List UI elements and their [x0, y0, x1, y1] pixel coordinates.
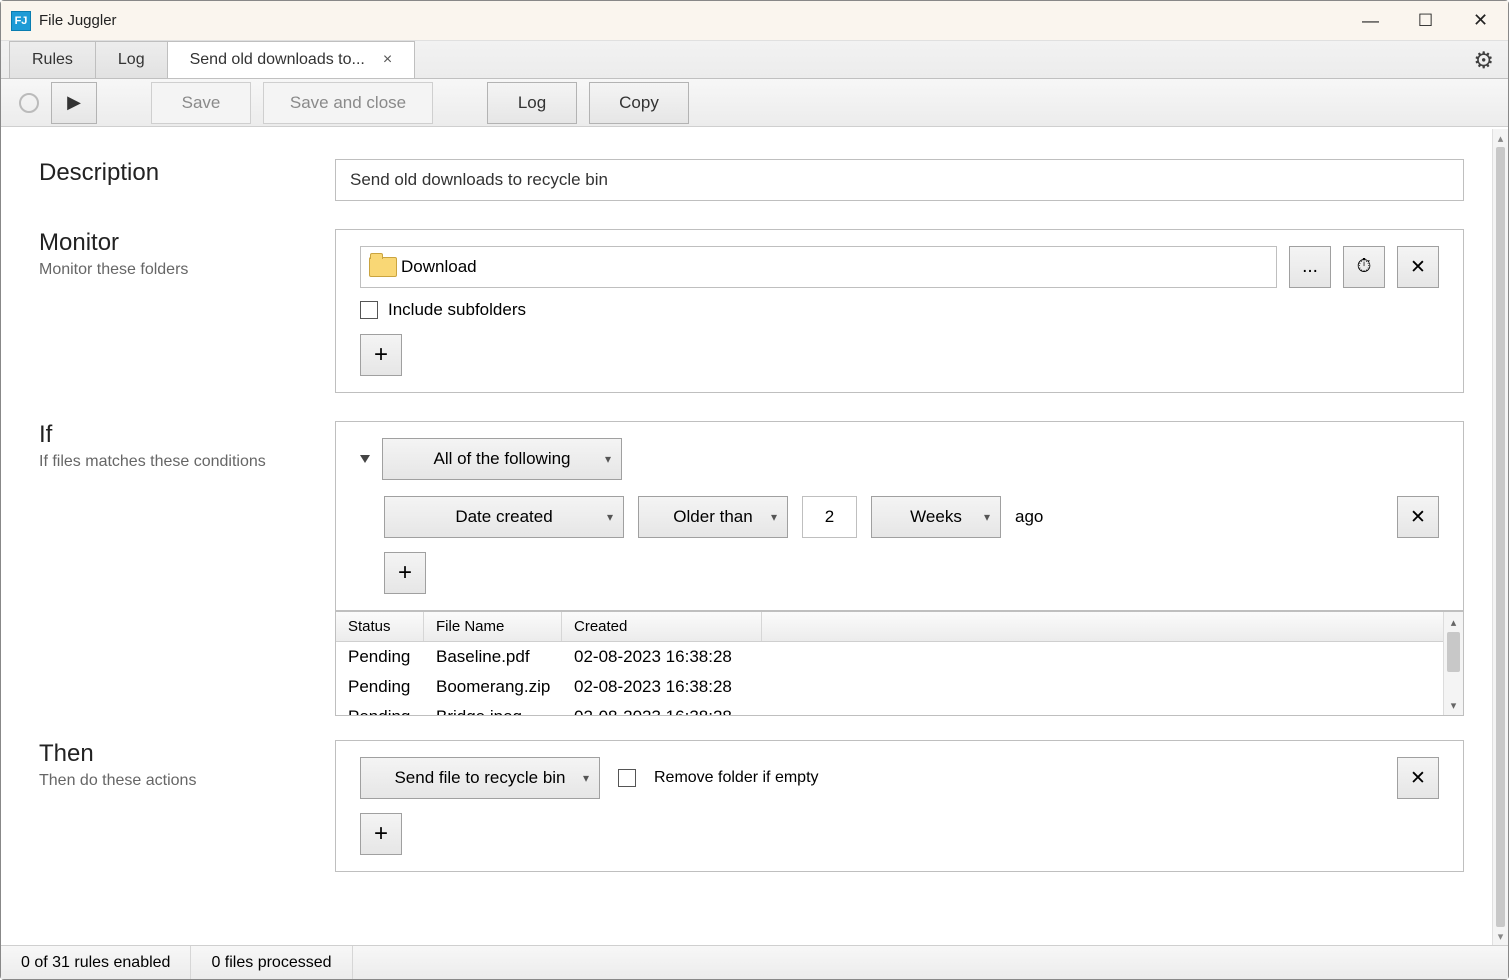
collapse-toggle-icon[interactable]: [360, 455, 370, 463]
main-scrollbar[interactable]: ▴ ▾: [1492, 129, 1508, 945]
tab-active-rule[interactable]: Send old downloads to... ×: [167, 41, 416, 78]
close-button[interactable]: ✕: [1453, 1, 1508, 41]
condition-unit-select[interactable]: Weeks ▾: [871, 496, 1001, 538]
condition-op-value: Older than: [673, 507, 752, 527]
maximize-button[interactable]: ☐: [1398, 1, 1453, 41]
cell-status: Pending: [336, 707, 424, 716]
scroll-up-icon[interactable]: ▴: [1444, 612, 1463, 632]
table-scrollbar[interactable]: ▴ ▾: [1443, 612, 1463, 715]
scroll-down-icon[interactable]: ▾: [1493, 927, 1508, 945]
cell-filename: Bridge.jpeg: [424, 707, 562, 716]
save-close-button[interactable]: Save and close: [263, 82, 433, 124]
then-sub: Then do these actions: [39, 772, 335, 790]
scroll-thumb[interactable]: [1447, 632, 1460, 672]
monitor-heading: Monitor: [39, 229, 335, 257]
scroll-up-icon[interactable]: ▴: [1493, 129, 1508, 147]
chevron-down-icon: ▾: [605, 452, 611, 466]
monitor-sub: Monitor these folders: [39, 261, 335, 279]
enable-radio[interactable]: [19, 93, 39, 113]
log-button[interactable]: Log: [487, 82, 577, 124]
status-files: 0 files processed: [191, 946, 352, 979]
if-sub: If files matches these conditions: [39, 453, 335, 471]
table-row[interactable]: PendingBoomerang.zip02-08-2023 16:38:28: [336, 672, 1463, 702]
cell-created: 02-08-2023 16:38:28: [562, 677, 762, 697]
then-panel: Send file to recycle bin ▾ Remove folder…: [335, 740, 1464, 872]
condition-field-value: Date created: [455, 507, 552, 527]
folder-path-field[interactable]: Download: [360, 246, 1277, 288]
col-filename[interactable]: File Name: [424, 612, 562, 641]
remove-condition-button[interactable]: ✕: [1397, 496, 1439, 538]
table-row[interactable]: PendingBaseline.pdf02-08-2023 16:38:28: [336, 642, 1463, 672]
cell-filename: Baseline.pdf: [424, 647, 562, 667]
main-form: Description Monitor Monitor these folder…: [1, 129, 1492, 945]
app-title: File Juggler: [39, 12, 117, 29]
titlebar: FJ File Juggler ― ☐ ✕: [1, 1, 1508, 41]
action-select[interactable]: Send file to recycle bin ▾: [360, 757, 600, 799]
chevron-down-icon: ▾: [607, 510, 613, 524]
monitor-panel: Download ... ⏱ ✕ Include subfolders +: [335, 229, 1464, 393]
remove-empty-label: Remove folder if empty: [654, 769, 819, 787]
scroll-down-icon[interactable]: ▾: [1444, 695, 1463, 715]
browse-button[interactable]: ...: [1289, 246, 1331, 288]
scroll-thumb[interactable]: [1496, 147, 1505, 927]
group-mode-value: All of the following: [433, 449, 570, 469]
then-heading: Then: [39, 740, 335, 768]
cell-status: Pending: [336, 677, 424, 697]
remove-action-button[interactable]: ✕: [1397, 757, 1439, 799]
condition-suffix: ago: [1015, 507, 1043, 527]
if-panel: All of the following ▾ Date created ▾ Ol…: [335, 421, 1464, 611]
statusbar: 0 of 31 rules enabled 0 files processed: [1, 945, 1508, 979]
if-heading: If: [39, 421, 335, 449]
settings-gear-icon[interactable]: ⚙: [1473, 47, 1494, 74]
add-action-button[interactable]: +: [360, 813, 402, 855]
chevron-down-icon: ▾: [583, 771, 589, 785]
tab-active-label: Send old downloads to...: [190, 51, 365, 69]
group-mode-select[interactable]: All of the following ▾: [382, 438, 622, 480]
tab-close-icon[interactable]: ×: [383, 51, 392, 69]
action-value: Send file to recycle bin: [394, 768, 565, 788]
include-subfolders-checkbox[interactable]: [360, 301, 378, 319]
folder-path-text: Download: [401, 257, 477, 277]
remove-folder-button[interactable]: ✕: [1397, 246, 1439, 288]
col-status[interactable]: Status: [336, 612, 424, 641]
condition-unit-value: Weeks: [910, 507, 962, 527]
timer-button[interactable]: ⏱: [1343, 246, 1385, 288]
condition-field-select[interactable]: Date created ▾: [384, 496, 624, 538]
minimize-button[interactable]: ―: [1343, 1, 1398, 41]
close-icon: ✕: [1410, 256, 1426, 279]
stopwatch-icon: ⏱: [1357, 256, 1372, 278]
toolbar: ▶ Save Save and close Log Copy: [1, 79, 1508, 127]
matched-files-table: Status File Name Created PendingBaseline…: [335, 611, 1464, 716]
description-heading: Description: [39, 159, 335, 187]
cell-created: 02-08-2023 16:38:28: [562, 707, 762, 716]
app-icon: FJ: [11, 11, 31, 31]
folder-icon: [369, 257, 397, 277]
tab-rules[interactable]: Rules: [9, 41, 96, 78]
copy-button[interactable]: Copy: [589, 82, 689, 124]
cell-created: 02-08-2023 16:38:28: [562, 647, 762, 667]
table-row[interactable]: PendingBridge.jpeg02-08-2023 16:38:28: [336, 702, 1463, 716]
condition-value-input[interactable]: [802, 496, 857, 538]
condition-op-select[interactable]: Older than ▾: [638, 496, 788, 538]
cell-status: Pending: [336, 647, 424, 667]
add-folder-button[interactable]: +: [360, 334, 402, 376]
add-condition-button[interactable]: +: [384, 552, 426, 594]
chevron-down-icon: ▾: [771, 510, 777, 524]
tabs-row: Rules Log Send old downloads to... × ⚙: [1, 41, 1508, 79]
col-created[interactable]: Created: [562, 612, 762, 641]
run-button[interactable]: ▶: [51, 82, 97, 124]
chevron-down-icon: ▾: [984, 510, 990, 524]
include-subfolders-label: Include subfolders: [388, 300, 526, 320]
cell-filename: Boomerang.zip: [424, 677, 562, 697]
tab-log[interactable]: Log: [95, 41, 168, 78]
remove-empty-checkbox[interactable]: [618, 769, 636, 787]
save-button[interactable]: Save: [151, 82, 251, 124]
description-input[interactable]: [335, 159, 1464, 201]
status-rules: 0 of 31 rules enabled: [1, 946, 191, 979]
